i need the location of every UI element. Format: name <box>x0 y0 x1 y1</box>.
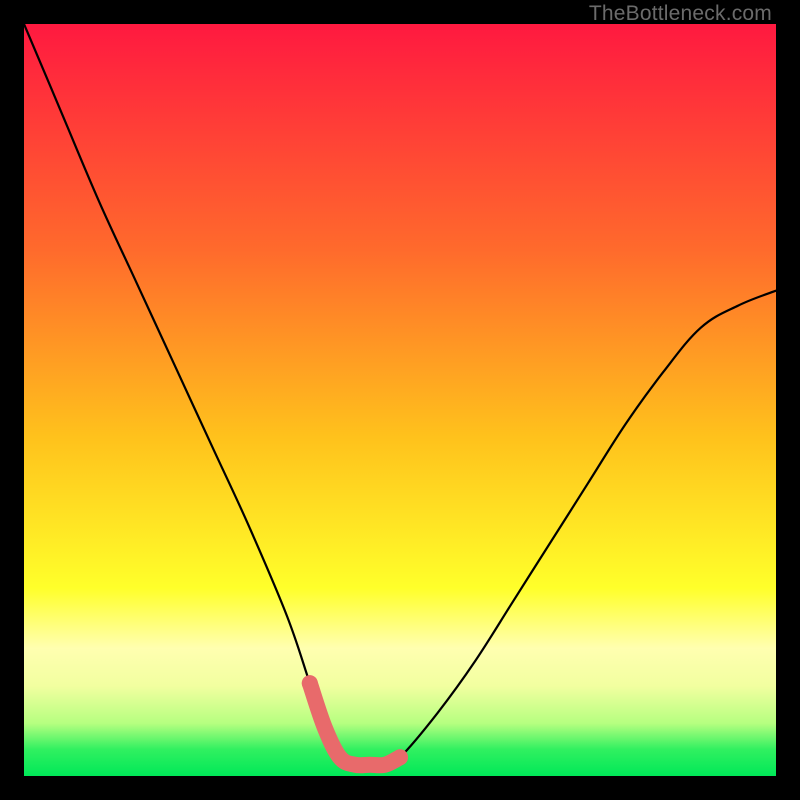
outer-frame: TheBottleneck.com <box>0 0 800 800</box>
watermark-text: TheBottleneck.com <box>589 2 772 26</box>
plot-area <box>24 24 776 776</box>
bottleneck-curve <box>24 24 776 765</box>
highlight-end-dot <box>302 675 318 691</box>
highlight-end-dot <box>392 749 408 765</box>
curve-layer <box>24 24 776 776</box>
minimum-highlight <box>310 683 400 765</box>
